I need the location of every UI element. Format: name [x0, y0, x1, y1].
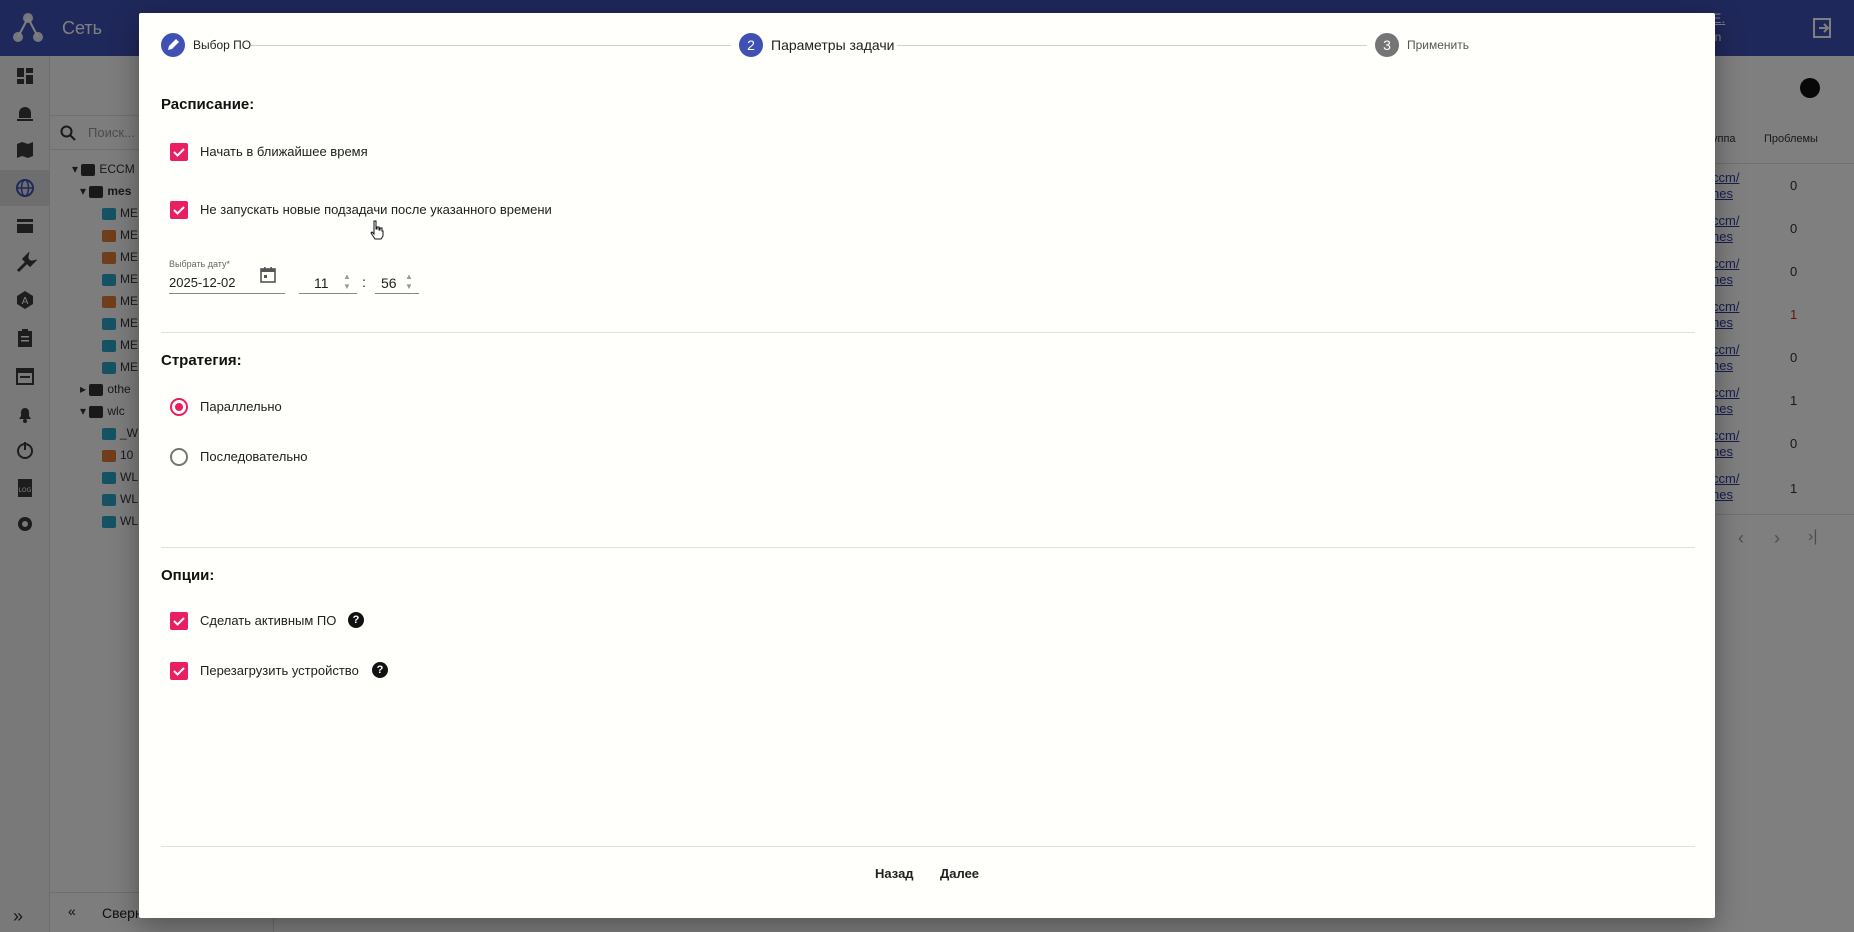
wizard-stepper: Выбор ПО 2 Параметры задачи 3 Применить — [161, 33, 1695, 63]
help-icon[interactable]: ? — [372, 662, 388, 678]
sequential-label[interactable]: Последовательно — [200, 449, 308, 464]
time-separator: : — [362, 274, 366, 290]
section-divider — [161, 332, 1695, 333]
hours-spinner[interactable]: ▲ ▼ — [343, 272, 353, 292]
date-field-label: Выбрать дату* — [169, 259, 231, 269]
hand-cursor-icon — [370, 220, 384, 240]
minutes-input[interactable]: 56 ▲ ▼ — [375, 270, 419, 294]
next-button[interactable]: Далее — [940, 866, 979, 881]
step-2-active[interactable]: 2 — [739, 33, 763, 57]
step-3-label[interactable]: Применить — [1407, 38, 1469, 52]
step-connector — [897, 45, 1367, 46]
footer-divider — [161, 846, 1695, 847]
strategy-title: Стратегия: — [161, 352, 242, 369]
start-asap-label[interactable]: Начать в ближайшее время — [200, 144, 368, 159]
section-divider — [161, 547, 1695, 548]
hours-value: 11 — [314, 275, 329, 291]
make-active-label[interactable]: Сделать активным ПО — [200, 613, 336, 628]
minutes-value: 56 — [381, 275, 397, 291]
check-icon — [173, 148, 185, 157]
options-title: Опции: — [161, 567, 215, 584]
pencil-icon — [168, 39, 179, 50]
back-button[interactable]: Назад — [875, 866, 914, 881]
check-icon — [173, 667, 185, 676]
reboot-label[interactable]: Перезагрузить устройство — [200, 663, 359, 678]
reboot-checkbox[interactable] — [170, 662, 188, 680]
no-new-subtasks-label[interactable]: Не запускать новые подзадачи после указа… — [200, 202, 552, 217]
hours-input[interactable]: 11 ▲ ▼ — [299, 270, 357, 294]
start-asap-checkbox[interactable] — [170, 143, 188, 161]
date-value: 2025-12-02 — [169, 275, 236, 290]
step-3-pending[interactable]: 3 — [1375, 33, 1399, 57]
calendar-picker-icon[interactable] — [258, 265, 278, 285]
no-new-subtasks-checkbox[interactable] — [170, 201, 188, 219]
step-1-done[interactable] — [161, 33, 185, 57]
step-2-label[interactable]: Параметры задачи — [771, 37, 894, 53]
make-active-checkbox[interactable] — [170, 612, 188, 630]
help-icon[interactable]: ? — [348, 612, 364, 628]
parallel-label[interactable]: Параллельно — [200, 399, 282, 414]
check-icon — [173, 617, 185, 626]
step-connector — [251, 45, 731, 46]
step-1-label[interactable]: Выбор ПО — [193, 38, 251, 52]
schedule-title: Расписание: — [161, 96, 255, 113]
minutes-spinner[interactable]: ▲ ▼ — [405, 272, 415, 292]
sequential-radio[interactable] — [170, 448, 188, 466]
check-icon — [173, 206, 185, 215]
parallel-radio[interactable] — [170, 398, 188, 416]
task-wizard-dialog: Выбор ПО 2 Параметры задачи 3 Применить … — [139, 13, 1715, 918]
